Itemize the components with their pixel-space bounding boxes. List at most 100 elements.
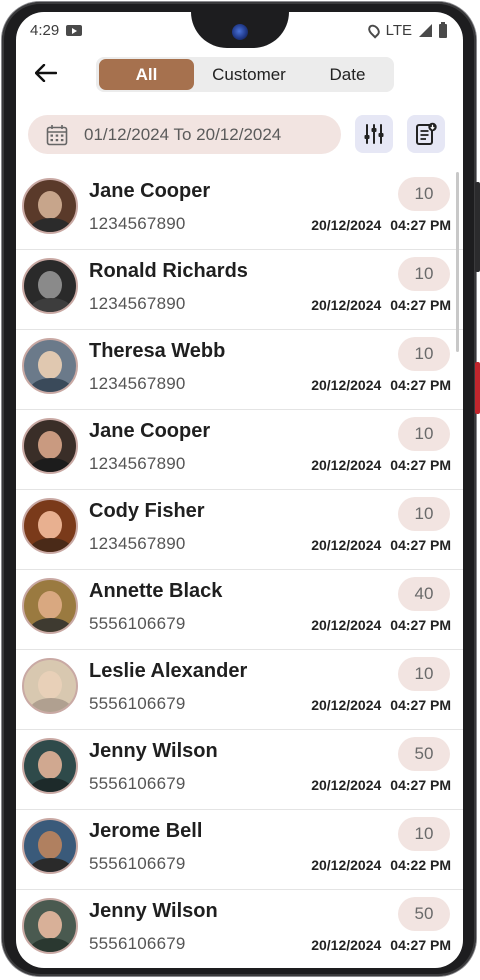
customer-phone: 1234567890 bbox=[89, 454, 186, 473]
report-download-button[interactable] bbox=[407, 115, 445, 153]
date-range-picker[interactable]: 01/12/2024 To 20/12/2024 bbox=[28, 115, 341, 154]
list-item[interactable]: Jenny Wilson 5556106679 50 20/12/2024 04:… bbox=[16, 730, 463, 810]
customer-name: Jane Cooper bbox=[89, 420, 211, 442]
back-button[interactable] bbox=[30, 60, 62, 86]
filter-button[interactable] bbox=[355, 115, 393, 153]
volume-button bbox=[475, 362, 480, 414]
avatar bbox=[22, 418, 78, 474]
entry-datetime: 20/12/2024 04:27 PM bbox=[311, 617, 451, 633]
tab-date[interactable]: Date bbox=[304, 59, 391, 90]
customer-phone: 1234567890 bbox=[89, 374, 186, 393]
list-item[interactable]: Jenny Wilson 5556106679 50 20/12/2024 04:… bbox=[16, 890, 463, 968]
list-item[interactable]: Theresa Webb 1234567890 10 20/12/2024 04:… bbox=[16, 330, 463, 410]
avatar bbox=[22, 738, 78, 794]
count-badge: 50 bbox=[398, 897, 450, 931]
list-item[interactable]: Jerome Bell 5556106679 10 20/12/2024 04:2… bbox=[16, 810, 463, 890]
customer-name: Cody Fisher bbox=[89, 500, 205, 522]
customer-phone: 1234567890 bbox=[89, 534, 186, 553]
list-item[interactable]: Jane Cooper 1234567890 10 20/12/2024 04:2… bbox=[16, 410, 463, 490]
network-label: LTE bbox=[385, 22, 412, 39]
location-icon bbox=[365, 22, 382, 39]
list-item[interactable]: Jane Cooper 1234567890 10 20/12/2024 04:2… bbox=[16, 170, 463, 250]
customer-phone: 5556106679 bbox=[89, 694, 186, 713]
entry-date: 20/12/2024 bbox=[311, 217, 382, 233]
avatar bbox=[22, 338, 78, 394]
customer-phone: 1234567890 bbox=[89, 294, 186, 313]
count-badge: 10 bbox=[398, 257, 450, 291]
sliders-icon bbox=[364, 124, 384, 144]
tab-customer[interactable]: Customer bbox=[194, 59, 304, 90]
entry-date: 20/12/2024 bbox=[311, 937, 382, 953]
entry-date: 20/12/2024 bbox=[311, 297, 382, 313]
report-download-icon bbox=[416, 122, 437, 145]
date-range-text: 01/12/2024 To 20/12/2024 bbox=[84, 124, 282, 144]
count-badge: 10 bbox=[398, 657, 450, 691]
front-camera bbox=[232, 24, 248, 40]
customer-name: Jerome Bell bbox=[89, 820, 203, 842]
entry-time: 04:27 PM bbox=[390, 777, 451, 793]
entry-date: 20/12/2024 bbox=[311, 537, 382, 553]
entry-time: 04:27 PM bbox=[390, 217, 451, 233]
entry-time: 04:27 PM bbox=[390, 297, 451, 313]
customer-phone: 5556106679 bbox=[89, 854, 186, 873]
avatar bbox=[22, 178, 78, 234]
entry-time: 04:27 PM bbox=[390, 617, 451, 633]
customer-name: Ronald Richards bbox=[89, 260, 248, 282]
entry-datetime: 20/12/2024 04:27 PM bbox=[311, 217, 451, 233]
customer-phone: 5556106679 bbox=[89, 614, 186, 633]
customer-name: Theresa Webb bbox=[89, 340, 226, 362]
customer-name: Annette Black bbox=[89, 580, 223, 602]
entry-time: 04:27 PM bbox=[390, 377, 451, 393]
entry-datetime: 20/12/2024 04:27 PM bbox=[311, 297, 451, 313]
avatar bbox=[22, 578, 78, 634]
avatar bbox=[22, 898, 78, 954]
entry-time: 04:27 PM bbox=[390, 937, 451, 953]
entry-date: 20/12/2024 bbox=[311, 617, 382, 633]
customer-name: Jenny Wilson bbox=[89, 740, 218, 762]
customer-phone: 5556106679 bbox=[89, 934, 186, 953]
entry-date: 20/12/2024 bbox=[311, 457, 382, 473]
entry-time: 04:27 PM bbox=[390, 537, 451, 553]
entry-date: 20/12/2024 bbox=[311, 777, 382, 793]
entry-datetime: 20/12/2024 04:22 PM bbox=[311, 857, 451, 873]
entry-datetime: 20/12/2024 04:27 PM bbox=[311, 537, 451, 553]
count-badge: 10 bbox=[398, 497, 450, 531]
count-badge: 10 bbox=[398, 817, 450, 851]
list-item[interactable]: Cody Fisher 1234567890 10 20/12/2024 04:2… bbox=[16, 490, 463, 570]
list-item[interactable]: Ronald Richards 1234567890 10 20/12/2024… bbox=[16, 250, 463, 330]
list-item[interactable]: Annette Black 5556106679 40 20/12/2024 04… bbox=[16, 570, 463, 650]
entry-time: 04:27 PM bbox=[390, 457, 451, 473]
entry-datetime: 20/12/2024 04:27 PM bbox=[311, 457, 451, 473]
customer-name: Jane Cooper bbox=[89, 180, 211, 202]
customer-name: Jenny Wilson bbox=[89, 900, 218, 922]
avatar bbox=[22, 818, 78, 874]
entry-datetime: 20/12/2024 04:27 PM bbox=[311, 697, 451, 713]
avatar bbox=[22, 498, 78, 554]
count-badge: 50 bbox=[398, 737, 450, 771]
list-scrollbar[interactable] bbox=[456, 172, 459, 352]
avatar bbox=[22, 258, 78, 314]
entry-time: 04:22 PM bbox=[390, 857, 451, 873]
count-badge: 10 bbox=[398, 177, 450, 211]
count-badge: 10 bbox=[398, 417, 450, 451]
count-badge: 10 bbox=[398, 337, 450, 371]
entry-datetime: 20/12/2024 04:27 PM bbox=[311, 937, 451, 953]
customer-phone: 5556106679 bbox=[89, 774, 186, 793]
customer-phone: 1234567890 bbox=[89, 214, 186, 233]
app-screen: 4:29 LTE All Customer Date 01/12/2024 To… bbox=[16, 12, 463, 968]
entry-date: 20/12/2024 bbox=[311, 377, 382, 393]
signal-icon bbox=[419, 24, 432, 37]
entry-date: 20/12/2024 bbox=[311, 697, 382, 713]
entry-datetime: 20/12/2024 04:27 PM bbox=[311, 777, 451, 793]
phone-frame: 4:29 LTE All Customer Date 01/12/2024 To… bbox=[2, 2, 480, 976]
entry-datetime: 20/12/2024 04:27 PM bbox=[311, 377, 451, 393]
youtube-notification-icon bbox=[66, 25, 82, 36]
customer-list: Jane Cooper 1234567890 10 20/12/2024 04:2… bbox=[16, 170, 463, 968]
status-bar: 4:29 LTE bbox=[16, 12, 463, 50]
tab-all[interactable]: All bbox=[99, 59, 194, 90]
avatar bbox=[22, 658, 78, 714]
calendar-icon bbox=[46, 124, 68, 145]
list-item[interactable]: Leslie Alexander 5556106679 10 20/12/202… bbox=[16, 650, 463, 730]
arrow-left-icon bbox=[35, 64, 57, 82]
battery-icon bbox=[439, 21, 447, 38]
